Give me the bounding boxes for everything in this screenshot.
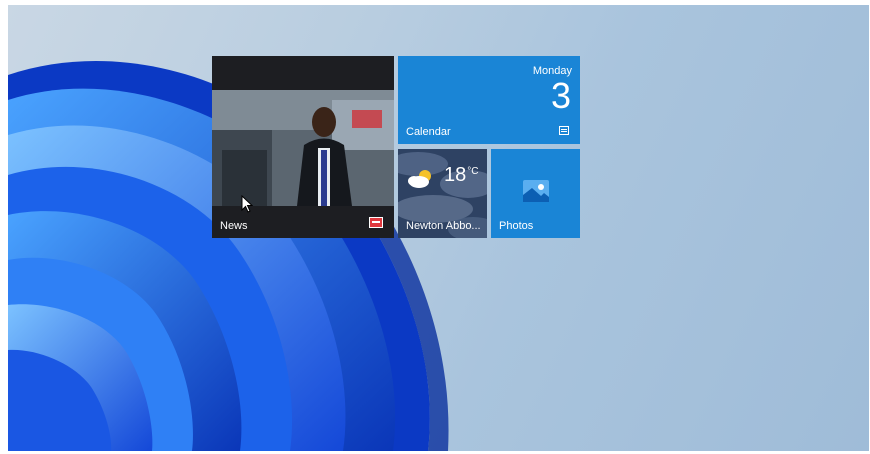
temperature-unit: °C (467, 166, 479, 177)
calendar-icon (559, 126, 569, 135)
mouse-cursor-icon (241, 195, 253, 213)
calendar-date: 3 (550, 75, 571, 116)
photos-tile-label: Photos (499, 220, 534, 232)
weather-tile[interactable]: 18°C Newton Abbo... (398, 149, 487, 238)
partly-cloudy-icon (408, 170, 431, 188)
news-tile-label: News (220, 220, 248, 232)
calendar-tile-label: Calendar (406, 126, 451, 138)
news-photo (212, 90, 394, 206)
weather-tile-label: Newton Abbo... (406, 220, 481, 232)
weather-temperature: 18°C (444, 164, 479, 186)
news-tile[interactable]: News (212, 56, 394, 238)
news-badge-icon (369, 217, 383, 228)
photos-icon (523, 180, 549, 202)
photos-tile[interactable]: Photos (491, 149, 580, 238)
calendar-tile[interactable]: Monday 3 Calendar (398, 56, 580, 144)
